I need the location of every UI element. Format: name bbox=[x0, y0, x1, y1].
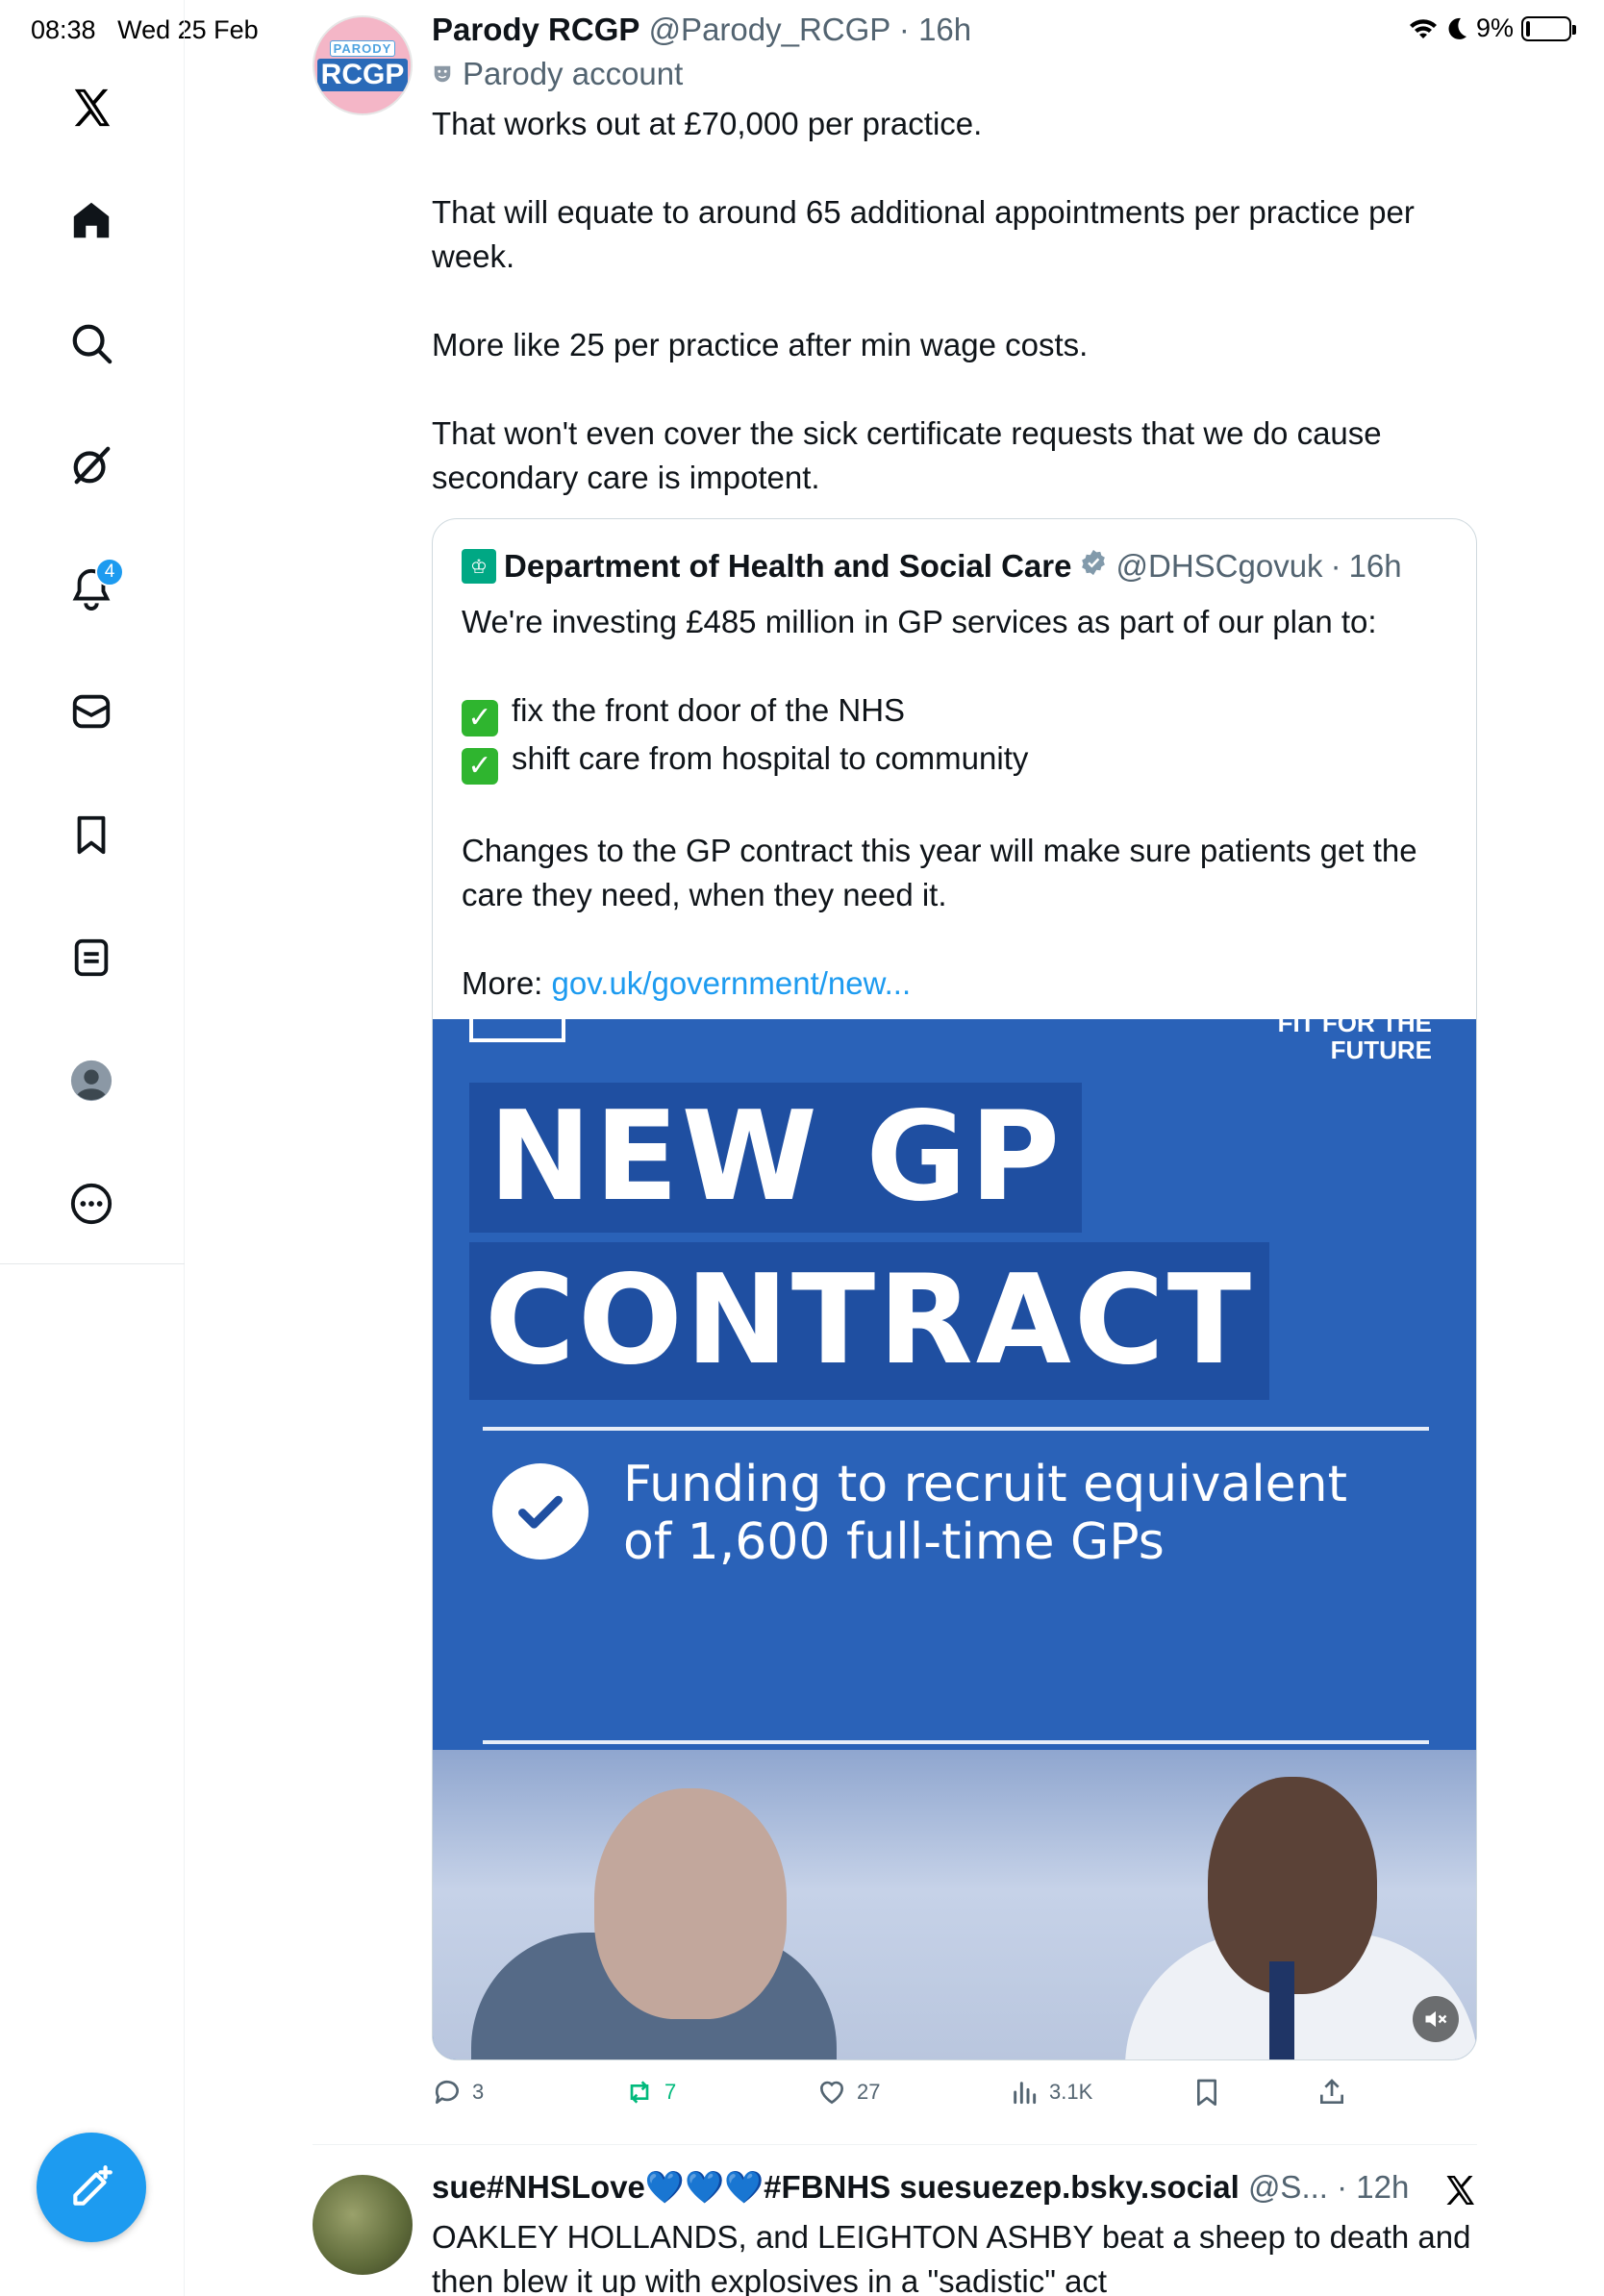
quoted-author-name: Department of Health and Social Care bbox=[504, 548, 1072, 584]
checklist-item: ✓ fix the front door of the NHS bbox=[462, 688, 1452, 736]
moon-icon bbox=[1448, 17, 1466, 39]
author-handle[interactable]: @S... bbox=[1248, 2169, 1328, 2205]
bookmarks-icon[interactable] bbox=[63, 806, 120, 863]
sidebar-divider bbox=[0, 1263, 185, 1264]
parody-label: Parody account bbox=[432, 56, 683, 92]
tweet-paragraph: That won't even cover the sick certifica… bbox=[432, 415, 1382, 495]
home-icon[interactable] bbox=[63, 191, 120, 249]
author-name[interactable]: Parody RCGP bbox=[432, 12, 639, 47]
headline-new-gp: NEW GP bbox=[469, 1083, 1083, 1233]
tweet-header: Parody RCGP @Parody_RCGP · 16h bbox=[432, 12, 972, 47]
tweet-actions: 3 7 27 3.1K bbox=[432, 2077, 1393, 2123]
tweet-text: That works out at £70,000 per practice. … bbox=[432, 102, 1490, 500]
more-icon[interactable] bbox=[63, 1175, 120, 1233]
feed-divider bbox=[313, 2144, 1477, 2145]
battery-percent: 9% bbox=[1475, 13, 1514, 42]
wifi-icon bbox=[1409, 18, 1437, 38]
tweet-header: sue#NHSLove💙💙💙#FBNHS suesuezep.bsky.soci… bbox=[432, 2169, 1410, 2205]
repost-icon bbox=[630, 2081, 649, 2104]
tweet-paragraph: More like 25 per practice after min wage… bbox=[432, 327, 1089, 362]
quoted-body: Changes to the GP contract this year wil… bbox=[462, 833, 1417, 912]
parody-mask-icon bbox=[434, 65, 451, 83]
analytics-icon bbox=[1014, 2082, 1037, 2105]
video-media[interactable]: FIT FOR THE FUTURE NEW GP CONTRACT Fundi… bbox=[433, 1019, 1476, 2059]
checkmark-icon: ✓ bbox=[462, 700, 498, 736]
quoted-tweet-text: We're investing £485 million in GP servi… bbox=[462, 600, 1452, 1006]
fit-for-the-future-label: FIT FOR THE FUTURE bbox=[1277, 1019, 1432, 1064]
status-right: 9% bbox=[1409, 13, 1576, 43]
dhsc-logo-icon: ♔ bbox=[462, 549, 496, 584]
search-icon[interactable] bbox=[63, 314, 120, 372]
media-divider bbox=[483, 1740, 1429, 1744]
repost-button[interactable]: 7 bbox=[624, 2077, 676, 2108]
author-avatar[interactable] bbox=[313, 2175, 413, 2275]
bookmark-button[interactable] bbox=[1191, 2077, 1222, 2108]
tweet-text: OAKLEY HOLLANDS, and LEIGHTON ASHBY beat… bbox=[432, 2219, 1471, 2296]
doctor-patient-photo bbox=[433, 1750, 1476, 2059]
bookmark-icon bbox=[1197, 2079, 1216, 2106]
quoted-tweet-header: ♔ Department of Health and Social Care @… bbox=[462, 548, 1402, 585]
notifications-icon[interactable]: 4 bbox=[63, 558, 124, 617]
battery-icon bbox=[1521, 15, 1576, 41]
x-logo-icon bbox=[1446, 2176, 1474, 2205]
headline-contract: CONTRACT bbox=[469, 1242, 1270, 1400]
reply-button[interactable]: 3 bbox=[432, 2077, 484, 2108]
share-button[interactable] bbox=[1316, 2077, 1347, 2108]
sidebar: 4 bbox=[0, 0, 185, 2296]
speaker-muted-icon bbox=[1425, 2010, 1447, 2028]
compose-icon bbox=[73, 2165, 113, 2206]
heart-icon bbox=[819, 2081, 844, 2105]
tweet-time[interactable]: 16h bbox=[918, 12, 971, 47]
quoted-author-handle: @DHSCgovuk bbox=[1115, 548, 1323, 584]
funding-caption: Funding to recruit equivalent of 1,600 f… bbox=[623, 1456, 1348, 1571]
quoted-tweet-time: 16h bbox=[1348, 548, 1402, 584]
media-divider bbox=[483, 1427, 1429, 1431]
compose-button[interactable] bbox=[37, 2133, 146, 2242]
share-icon bbox=[1320, 2079, 1343, 2104]
x-logo-icon[interactable] bbox=[63, 79, 120, 137]
nhs-logo-fragment bbox=[469, 1019, 565, 1042]
reply-icon bbox=[435, 2080, 459, 2104]
author-avatar[interactable]: PARODY RCGP bbox=[313, 15, 413, 115]
profile-avatar-icon[interactable] bbox=[63, 1052, 120, 1110]
messages-icon[interactable] bbox=[63, 683, 120, 740]
mute-button[interactable] bbox=[1413, 1996, 1459, 2042]
tweet-paragraph: That works out at £70,000 per practice. bbox=[432, 106, 983, 141]
author-handle[interactable]: @Parody_RCGP bbox=[649, 12, 890, 47]
like-button[interactable]: 27 bbox=[816, 2077, 880, 2108]
grok-icon[interactable] bbox=[63, 437, 120, 494]
checkmark-icon: ✓ bbox=[462, 748, 498, 785]
lists-icon[interactable] bbox=[63, 929, 120, 986]
tick-circle-icon bbox=[492, 1463, 589, 1560]
views-button[interactable]: 3.1K bbox=[1009, 2077, 1092, 2108]
checklist-item: ✓ shift care from hospital to community bbox=[462, 736, 1452, 785]
tweet-time[interactable]: 12h bbox=[1356, 2169, 1409, 2205]
more-line: More: gov.uk/government/new... bbox=[462, 965, 912, 1001]
quoted-intro: We're investing £485 million in GP servi… bbox=[462, 604, 1377, 639]
external-link[interactable]: gov.uk/government/new... bbox=[552, 965, 912, 1001]
notifications-badge: 4 bbox=[95, 558, 124, 586]
quoted-tweet[interactable]: ♔ Department of Health and Social Care @… bbox=[432, 518, 1477, 2060]
verified-badge-icon bbox=[1079, 548, 1108, 585]
tweet-paragraph: That will equate to around 65 additional… bbox=[432, 194, 1415, 274]
author-name[interactable]: sue#NHSLove💙💙💙#FBNHS suesuezep.bsky.soci… bbox=[432, 2169, 1240, 2205]
